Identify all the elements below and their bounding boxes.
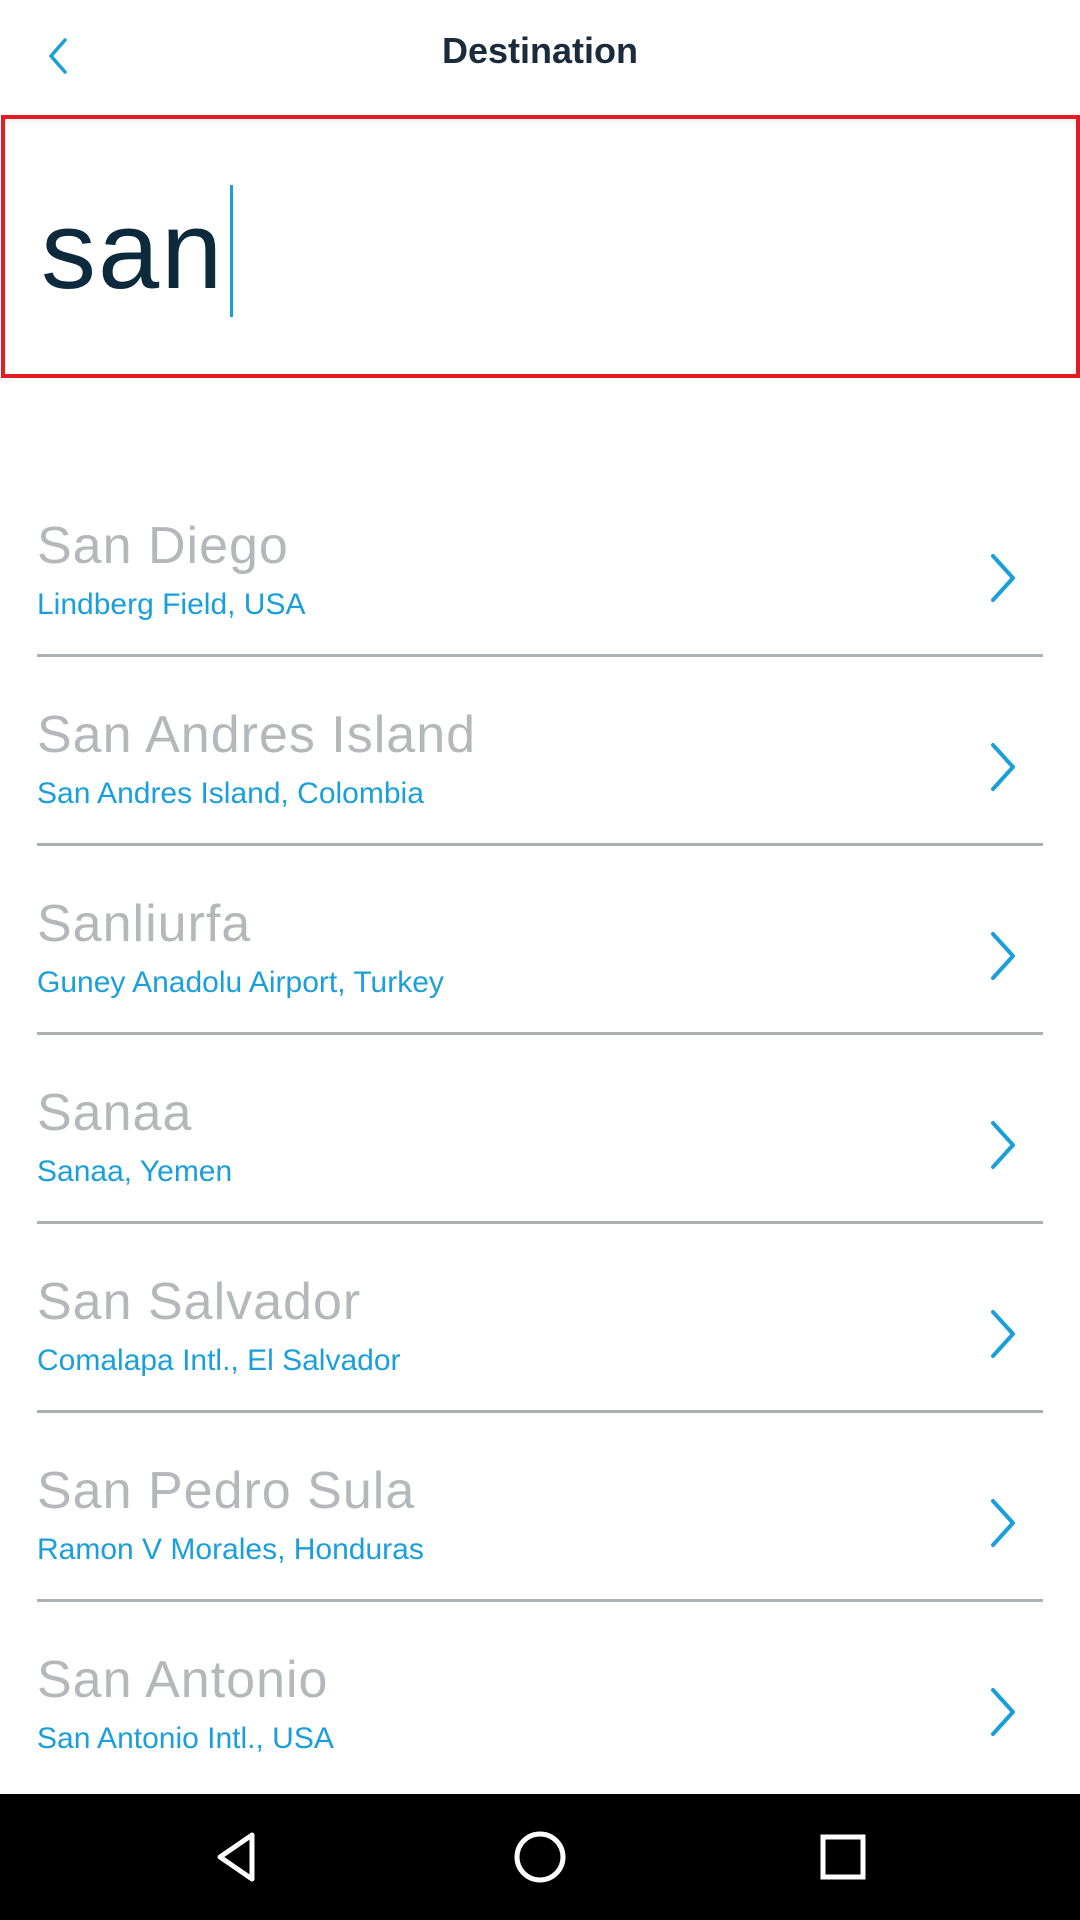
result-airport: San Andres Island, Colombia [37,777,424,810]
result-airport: San Antonio Intl., USA [37,1722,334,1755]
chevron-right-icon [991,1121,1015,1169]
result-city: San Andres Island [37,706,477,764]
list-item[interactable]: San Andres Island San Andres Island, Col… [0,657,1080,846]
list-item[interactable]: San Salvador Comalapa Intl., El Salvador [0,1224,1080,1413]
text-cursor [230,185,234,317]
list-item[interactable]: Sanaa Sanaa, Yemen [0,1035,1080,1224]
destination-search-field[interactable]: san [1,115,1080,378]
result-airport: Ramon V Morales, Honduras [37,1533,424,1566]
list-item[interactable]: San Antonio San Antonio Intl., USA [0,1602,1080,1791]
home-circle-icon[interactable] [510,1827,570,1887]
page-title: Destination [441,30,638,71]
result-airport: Comalapa Intl., El Salvador [37,1344,401,1377]
result-city: Sanaa [37,1084,193,1142]
chevron-right-icon [991,1499,1015,1547]
result-airport: Lindberg Field, USA [37,588,306,621]
result-city: San Salvador [37,1273,362,1331]
recents-square-icon[interactable] [813,1827,873,1887]
search-input[interactable]: san [41,181,234,321]
search-input-value: san [41,189,225,312]
result-city: San Diego [37,517,289,575]
result-airport: Guney Anadolu Airport, Turkey [37,966,444,999]
back-triangle-icon[interactable] [208,1827,268,1887]
system-navigation-bar [0,1794,1080,1920]
chevron-right-icon [991,554,1015,602]
results-list: San Diego Lindberg Field, USA San Andres… [0,468,1080,1791]
list-item[interactable]: San Pedro Sula Ramon V Morales, Honduras [0,1413,1080,1602]
result-city: San Antonio [37,1651,329,1709]
list-item[interactable]: Sanliurfa Guney Anadolu Airport, Turkey [0,846,1080,1035]
result-city: Sanliurfa [37,895,252,953]
chevron-right-icon [991,932,1015,980]
result-city: San Pedro Sula [37,1462,416,1520]
result-airport: Sanaa, Yemen [37,1155,233,1188]
list-item[interactable]: San Diego Lindberg Field, USA [0,468,1080,657]
chevron-right-icon [991,743,1015,791]
chevron-right-icon [991,1688,1015,1736]
chevron-right-icon [991,1310,1015,1358]
app-header: Destination [0,0,1080,112]
